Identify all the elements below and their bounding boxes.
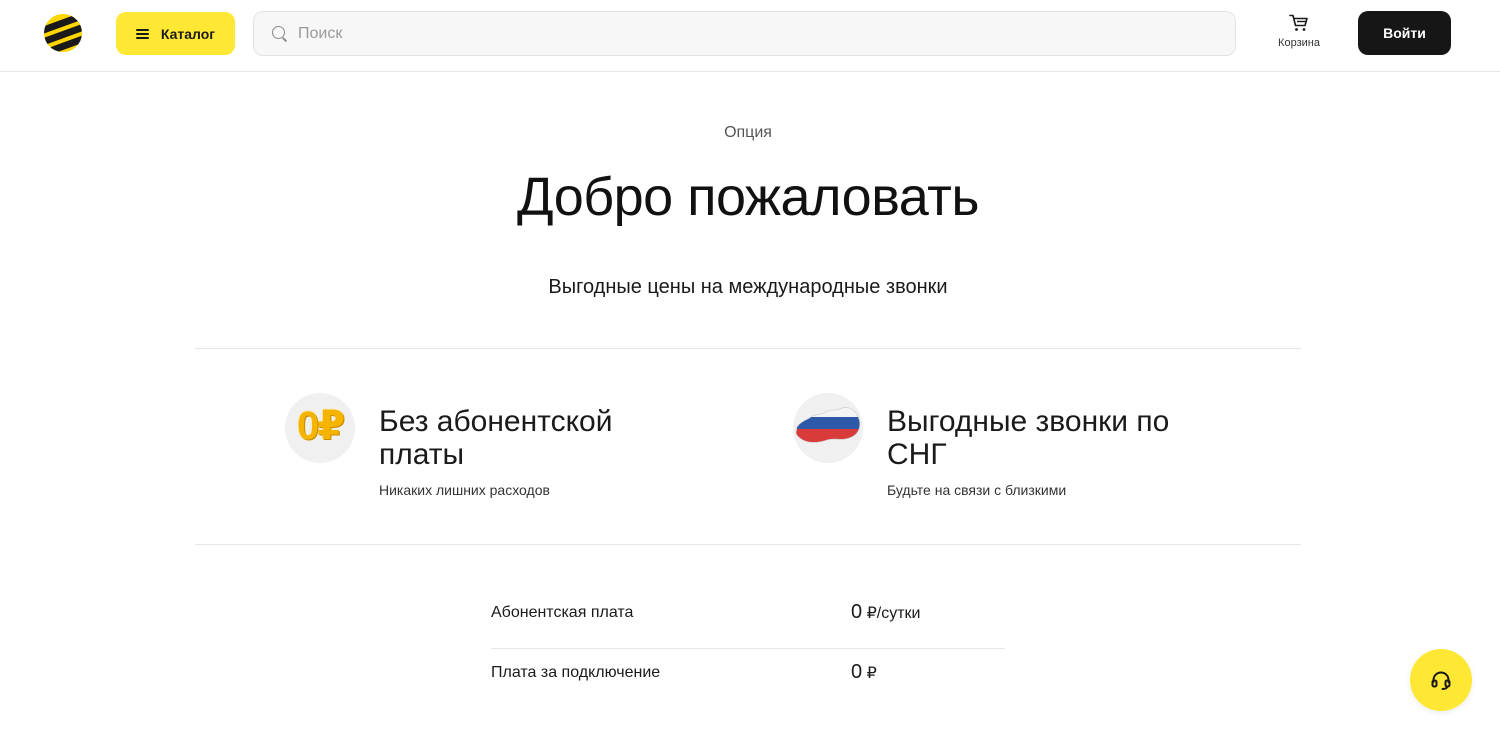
zero-ruble-coin-icon: 0₽: [285, 393, 355, 463]
login-button[interactable]: Войти: [1358, 11, 1451, 55]
divider: [195, 544, 1301, 545]
coin-text: 0₽: [296, 404, 345, 448]
search-icon: [272, 25, 288, 42]
divider: [195, 348, 1301, 349]
price-value: 0 ₽/сутки: [851, 601, 921, 623]
price-value: 0 ₽: [851, 661, 877, 683]
headset-icon: [1431, 671, 1451, 690]
russia-map-icon: [793, 393, 863, 463]
feature-title: Без абонентской платы: [379, 405, 613, 471]
header: Каталог Корзина Войти: [0, 0, 1500, 72]
feature-description: Никаких лишних расходов: [379, 482, 550, 498]
search-bar[interactable]: [253, 11, 1236, 56]
catalog-button[interactable]: Каталог: [116, 12, 235, 55]
price-label: Абонентская плата: [491, 604, 634, 621]
cart-label: Корзина: [1278, 37, 1320, 49]
support-chat-button[interactable]: [1410, 649, 1472, 711]
eyebrow-label: Опция: [724, 124, 772, 141]
cart-icon: [1289, 14, 1308, 31]
menu-icon: [135, 28, 149, 39]
search-input[interactable]: [298, 24, 1198, 43]
cart-button[interactable]: Корзина: [1270, 14, 1328, 56]
page-title: Добро пожаловать: [517, 167, 979, 227]
price-row: Абонентская плата 0 ₽/сутки: [491, 588, 1005, 648]
feature-description: Будьте на связи с близкими: [887, 482, 1067, 498]
price-label: Плата за подключение: [491, 664, 661, 681]
feature-title: Выгодные звонки по СНГ: [887, 405, 1170, 471]
page-subtitle: Выгодные цены на международные звонки: [548, 276, 948, 298]
catalog-label: Каталог: [160, 25, 216, 42]
price-row: Плата за подключение 0 ₽: [491, 648, 1005, 708]
beeline-logo-icon[interactable]: [38, 8, 88, 58]
